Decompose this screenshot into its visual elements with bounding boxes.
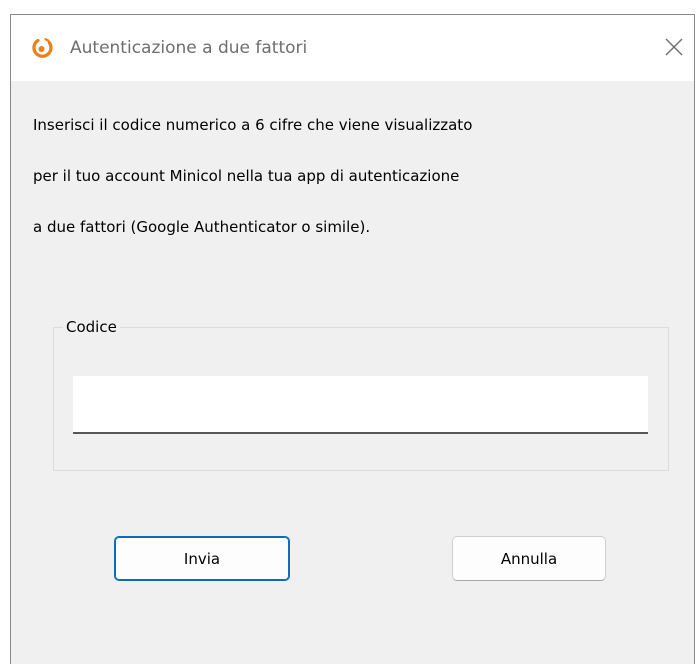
- close-icon: [665, 38, 683, 56]
- close-button[interactable]: [660, 33, 688, 61]
- dialog-window: Autenticazione a due fattori Inserisci i…: [10, 14, 695, 664]
- instructions-line-2: per il tuo account Minicol nella tua app…: [33, 167, 460, 185]
- minicol-logo-icon: [30, 37, 54, 59]
- code-group-label: Codice: [63, 317, 120, 337]
- instructions-line-3: a due fattori (Google Authenticator o si…: [33, 218, 371, 236]
- window-title: Autenticazione a due fattori: [70, 38, 308, 58]
- send-button[interactable]: Invia: [114, 536, 290, 581]
- code-input[interactable]: [73, 376, 648, 434]
- title-bar: Autenticazione a due fattori: [11, 15, 694, 81]
- instructions-text: Inserisci il codice numerico a 6 cifre c…: [33, 115, 472, 268]
- instructions-line-1: Inserisci il codice numerico a 6 cifre c…: [33, 116, 473, 134]
- cancel-button[interactable]: Annulla: [452, 536, 606, 581]
